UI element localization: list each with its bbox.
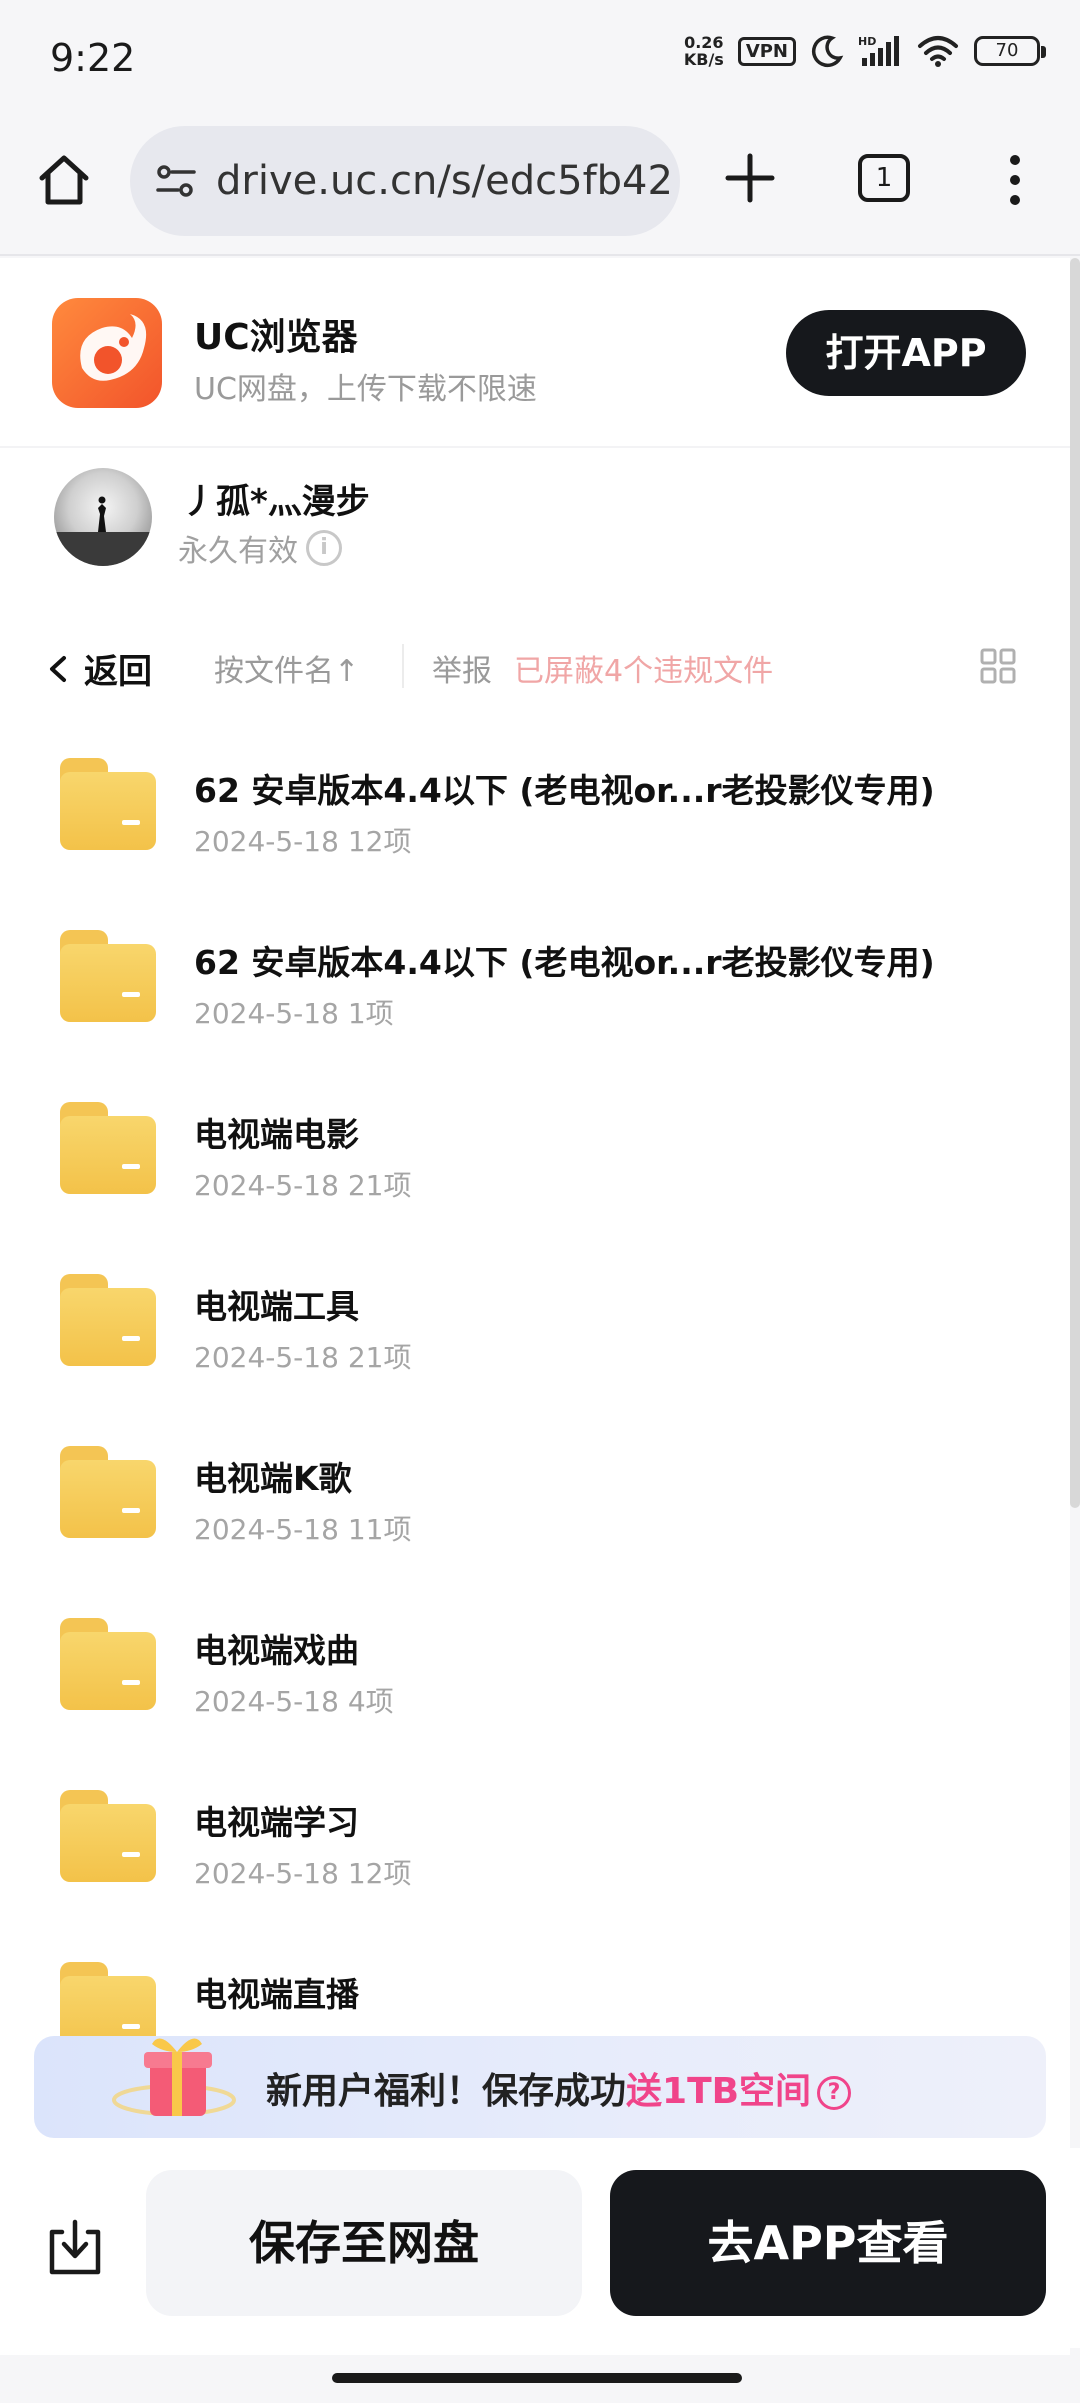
list-item[interactable]: 电视端电影 2024-5-18 21项: [0, 1072, 1070, 1244]
more-menu-icon[interactable]: [1000, 150, 1030, 210]
address-bar[interactable]: drive.uc.cn/s/edc5fb42: [130, 126, 680, 236]
folder-count: 21项: [347, 1169, 412, 1202]
folder-name: 电视端电影: [194, 1115, 359, 1154]
save-to-drive-button[interactable]: 保存至网盘: [146, 2170, 582, 2316]
folder-count: 4项: [347, 1685, 394, 1718]
status-icons: 0.26 KB/s VPN HD 70: [684, 34, 1046, 68]
list-item[interactable]: 电视端K歌 2024-5-18 11项: [0, 1416, 1070, 1588]
folder-date: 2024-5-18: [194, 1685, 339, 1718]
list-item[interactable]: 62 安卓版本4.4以下 (老电视or...r老投影仪专用) 2024-5-18…: [0, 728, 1070, 900]
folder-meta: 2024-5-18 12项: [194, 1852, 411, 1892]
view-in-app-button[interactable]: 去APP查看: [610, 2170, 1046, 2316]
page-scrollbar[interactable]: [1070, 258, 1080, 1508]
list-item[interactable]: 62 安卓版本4.4以下 (老电视or...r老投影仪专用) 2024-5-18…: [0, 900, 1070, 1072]
svg-text:HD: HD: [858, 35, 876, 48]
report-link[interactable]: 举报: [432, 646, 492, 690]
list-item[interactable]: 电视端学习 2024-5-18 12项: [0, 1760, 1070, 1932]
home-icon[interactable]: [34, 150, 94, 210]
folder-name: 电视端学习: [194, 1803, 359, 1842]
sort-by-name-button[interactable]: 按文件名↑: [214, 646, 359, 690]
blocked-files-notice: 已屏蔽4个违规文件: [514, 654, 774, 689]
folder-icon: [60, 1446, 156, 1538]
folder-date: 2024-5-18: [194, 825, 339, 858]
folder-count: 21项: [347, 1341, 412, 1374]
bottom-action-bar: 保存至网盘 去APP查看: [0, 2148, 1080, 2348]
back-label: 返回: [84, 652, 152, 692]
promo-text: 新用户福利！保存成功送1TB空间?: [266, 2062, 852, 2114]
folder-icon: [60, 1274, 156, 1366]
folder-meta: 2024-5-18 1项: [194, 992, 394, 1032]
url-text: drive.uc.cn/s/edc5fb42: [216, 158, 673, 204]
folder-meta: 2024-5-18 11项: [194, 1508, 411, 1548]
folder-count: 12项: [347, 825, 412, 858]
avatar: [54, 468, 152, 566]
toolbar-divider: [402, 644, 404, 688]
app-slogan: UC网盘，上传下载不限速: [194, 372, 537, 407]
folder-name: 62 安卓版本4.4以下 (老电视or...r老投影仪专用): [194, 943, 935, 982]
folder-date: 2024-5-18: [194, 997, 339, 1030]
folder-icon: [60, 758, 156, 850]
net-speed-unit: KB/s: [683, 50, 724, 69]
folder-name: 电视端直播: [194, 1975, 359, 2014]
new-tab-icon[interactable]: [722, 150, 778, 206]
folder-icon: [60, 1618, 156, 1710]
folder-count: 1项: [347, 997, 394, 1030]
file-toolbar: 返回 按文件名↑ 举报 已屏蔽4个违规文件: [0, 628, 1070, 708]
promo-main-text: 新用户福利！保存成功: [266, 2071, 627, 2112]
browser-toolbar: drive.uc.cn/s/edc5fb42 1: [0, 120, 1080, 256]
moon-icon: [811, 35, 844, 68]
folder-meta: 2024-5-18 4项: [194, 1680, 394, 1720]
folder-icon: [60, 1790, 156, 1882]
folder-name: 电视端戏曲: [194, 1631, 359, 1670]
folder-meta: 2024-5-18 21项: [194, 1164, 411, 1204]
folder-name: 电视端工具: [194, 1287, 359, 1326]
vpn-badge: VPN: [737, 36, 796, 66]
folder-icon: [60, 930, 156, 1022]
folder-date: 2024-5-18: [194, 1857, 339, 1890]
folder-date: 2024-5-18: [194, 1169, 339, 1202]
status-bar: 9:22 0.26 KB/s VPN HD 70: [0, 0, 1080, 120]
folder-name: 电视端K歌: [194, 1459, 352, 1498]
site-settings-icon[interactable]: [154, 160, 198, 204]
folder-date: 2024-5-18: [194, 1513, 339, 1546]
signal-icon: HD: [858, 35, 899, 66]
back-button[interactable]: 返回: [44, 644, 152, 693]
sort-arrow-icon: ↑: [334, 654, 360, 689]
net-speed-value: 0.26: [684, 33, 724, 52]
uc-logo: [52, 298, 162, 408]
info-icon[interactable]: i: [306, 530, 342, 566]
help-icon[interactable]: ?: [817, 2076, 852, 2110]
validity-text: 永久有效: [178, 534, 298, 569]
share-validity: 永久有效 i: [178, 526, 342, 570]
open-app-button[interactable]: 打开APP: [786, 310, 1026, 396]
folder-date: 2024-5-18: [194, 1341, 339, 1374]
tab-switcher-button[interactable]: 1: [858, 154, 910, 202]
home-indicator[interactable]: [332, 2373, 742, 2383]
owner-name: 丿孤*灬漫步: [182, 482, 370, 522]
app-banner: UC浏览器 UC网盘，上传下载不限速 打开APP: [0, 258, 1070, 448]
sort-label: 按文件名: [214, 654, 334, 689]
status-time: 9:22: [50, 36, 136, 80]
uc-squirrel-icon: [80, 314, 147, 381]
folder-count: 12项: [347, 1857, 412, 1890]
net-speed: 0.26 KB/s: [684, 34, 724, 68]
battery-indicator: 70: [974, 36, 1046, 66]
gift-icon: [112, 2038, 236, 2116]
share-owner: 丿孤*灬漫步 永久有效 i: [0, 468, 1070, 598]
avatar-figure: [54, 496, 152, 566]
folder-name: 62 安卓版本4.4以下 (老电视or...r老投影仪专用): [194, 771, 935, 810]
grid-view-icon[interactable]: [980, 648, 1016, 684]
download-icon[interactable]: [44, 2216, 106, 2278]
wifi-icon: [918, 36, 958, 67]
folder-meta: 2024-5-18 21项: [194, 1336, 411, 1376]
folder-icon: [60, 1102, 156, 1194]
promo-highlight: 送1TB空间: [626, 2071, 812, 2112]
folder-meta: 2024-5-18 12项: [194, 820, 411, 860]
app-name: UC浏览器: [194, 317, 358, 358]
list-item[interactable]: 电视端工具 2024-5-18 21项: [0, 1244, 1070, 1416]
file-list: 62 安卓版本4.4以下 (老电视or...r老投影仪专用) 2024-5-18…: [0, 728, 1070, 2104]
folder-count: 11项: [347, 1513, 412, 1546]
chevron-left-icon: [50, 655, 66, 682]
list-item[interactable]: 电视端戏曲 2024-5-18 4项: [0, 1588, 1070, 1760]
